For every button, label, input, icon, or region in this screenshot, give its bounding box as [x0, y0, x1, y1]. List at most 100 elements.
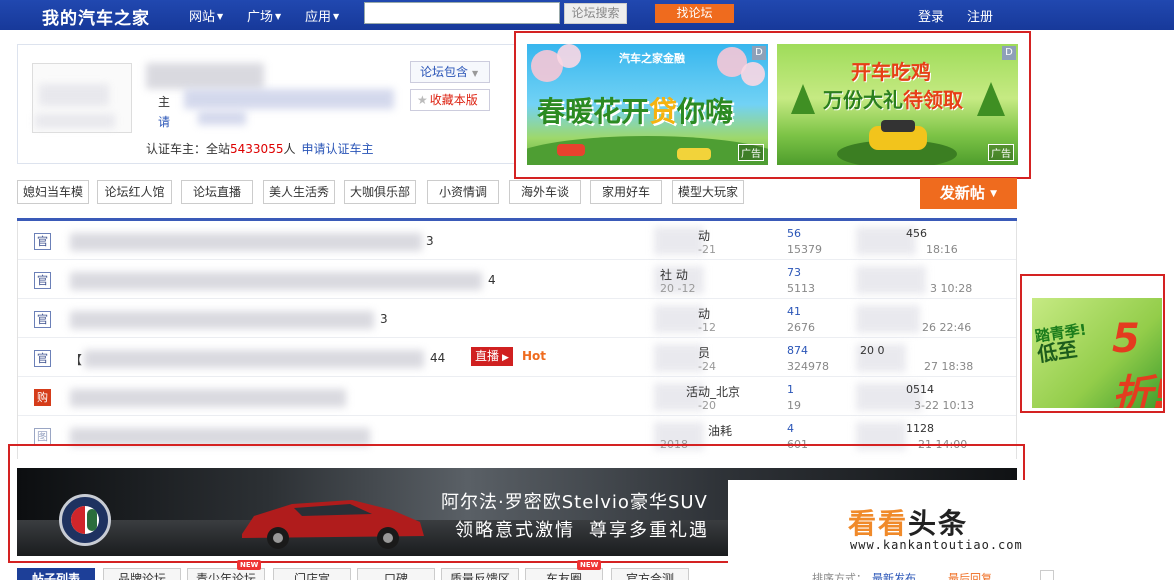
login-link[interactable]: 登录 [918, 6, 944, 25]
nav-website-label: 网站 [189, 10, 216, 25]
hot-badge: Hot [522, 349, 547, 363]
find-forum-button[interactable]: 找论坛 [655, 4, 734, 23]
spring-outing-ad[interactable]: 踏青季!低至 5折! [1032, 298, 1162, 408]
table-row[interactable]: 官 4 社 动 20 -12 73 5113 3 10:28 [18, 260, 1016, 299]
pubg-gift-ad[interactable]: 开车吃鸡 万份大礼待领取 D 广告 [777, 44, 1018, 165]
tab-thread-list[interactable]: 帖子列表 [17, 568, 95, 580]
tag-overseas-car[interactable]: 海外车谈 [509, 180, 581, 204]
game-ad-title-2: 万份大礼待领取 [823, 84, 963, 113]
thread-author[interactable]: 动 [698, 305, 710, 322]
spring-ad-title-a: 春暖花开 [537, 95, 650, 128]
tab-official-test[interactable]: 官方合测 [611, 568, 689, 580]
spring-ad-title-c: 你嗨 [677, 95, 734, 128]
game-ad-title-1: 开车吃鸡 [851, 60, 931, 84]
official-icon: 官 [34, 350, 51, 367]
top-navbar: 我的汽车之家 网站 ▼ 广场 ▼ 应用 ▼ 论坛搜索 找论坛 登录 注册 [0, 0, 1174, 30]
table-row[interactable]: 官 3 动 -12 41 2676 26 22:46 [18, 299, 1016, 338]
new-badge: NEW [237, 560, 262, 570]
live-badge[interactable]: 直播 ▶ [471, 347, 513, 366]
watermark-logo: 看看头条 [848, 502, 968, 542]
redacted-last-reply [856, 305, 920, 333]
tag-family-car[interactable]: 家用好车 [590, 180, 662, 204]
tag-forum-live[interactable]: 论坛直播 [181, 180, 253, 204]
view-count: 15379 [787, 243, 822, 256]
tag-petit-bourgeois[interactable]: 小资情调 [427, 180, 499, 204]
partial-label: 请 [158, 115, 171, 129]
tag-bigshot-club[interactable]: 大咖俱乐部 [344, 180, 416, 204]
cert-suffix: 人 [283, 142, 296, 156]
table-row[interactable]: 购 活动_北京 -20 1 19 0514 3-22 10:13 [18, 377, 1016, 416]
forum-includes-dropdown[interactable]: 论坛包含 ▼ [410, 61, 490, 83]
last-reply-user[interactable]: 1128 [906, 422, 934, 435]
tag-wife-car-model[interactable]: 媳妇当车模 [17, 180, 89, 204]
watermark-text-b: 头条 [908, 507, 969, 540]
table-row[interactable]: 官 3 动 -21 56 15379 456 18:16 [18, 221, 1016, 260]
last-reply-user[interactable]: 0514 [906, 383, 934, 396]
nav-website[interactable]: 网站 ▼ [189, 6, 223, 25]
tag-beauty-life[interactable]: 美人生活秀 [263, 180, 335, 204]
reply-count: 4 [787, 422, 794, 435]
redacted-area [184, 89, 394, 109]
thread-author[interactable]: 活动_北京 [686, 383, 740, 400]
chevron-down-icon: ▼ [990, 189, 998, 199]
last-reply-time: 18:16 [926, 243, 958, 256]
official-icon: 官 [34, 233, 51, 250]
ad-label: 广告 [988, 144, 1014, 161]
thread-title-fragment: 3 [426, 234, 434, 248]
tag-model-player[interactable]: 模型大玩家 [672, 180, 744, 204]
document-icon[interactable] [1040, 570, 1054, 580]
redacted-title [84, 350, 424, 368]
chevron-down-icon: ▼ [472, 69, 479, 78]
favorite-forum-button[interactable]: ★ 收藏本版 [410, 89, 490, 111]
table-row[interactable]: 官 【 44 直播 ▶ Hot 员 -24 874 324978 20 0 27 … [18, 338, 1016, 377]
thread-author[interactable]: 员 [698, 344, 710, 361]
reply-count: 874 [787, 344, 808, 357]
thread-date: -20 [698, 399, 716, 412]
thread-date: -24 [698, 360, 716, 373]
nav-square[interactable]: 广场 ▼ [247, 6, 281, 25]
sort-last-reply[interactable]: 最后回复 [948, 570, 992, 580]
forum-search-button[interactable]: 论坛搜索 [564, 3, 627, 24]
view-count: 19 [787, 399, 801, 412]
tab-store[interactable]: 门店宣 [273, 568, 351, 580]
banner-subline-b: 尊享多重礼遇 [589, 520, 709, 541]
apply-cert-link[interactable]: 申请认证车主 [301, 142, 373, 156]
last-reply-time: 3-22 10:13 [914, 399, 975, 412]
watermark-text-a: 看看 [848, 507, 909, 540]
spring-finance-ad[interactable]: 汽车之家金融 春暖花开贷你嗨 D 广告 [527, 44, 768, 165]
sort-latest-post[interactable]: 最新发布 [872, 570, 916, 580]
thread-author[interactable]: 社 动 [660, 266, 688, 283]
tab-quality-feedback[interactable]: 质量反馈区 [441, 568, 519, 580]
ad-label: 广告 [738, 144, 764, 161]
last-reply-user[interactable]: 20 0 [860, 344, 885, 357]
thread-list: 官 3 动 -21 56 15379 456 18:16 官 4 社 动 20 … [17, 221, 1017, 459]
redacted-author [654, 227, 704, 255]
tag-forum-stars[interactable]: 论坛红人馆 [97, 180, 172, 204]
banner-subline-a: 领略意式激情 [455, 520, 575, 541]
side-ad-title: 踏青季! 低至 [1034, 321, 1090, 367]
thread-title-fragment: 4 [488, 273, 496, 287]
tab-brand-forum[interactable]: 品牌论坛 [103, 568, 181, 580]
chevron-down-icon: ▼ [333, 12, 340, 21]
partial-label: 主 [158, 95, 171, 109]
thread-author[interactable]: 动 [698, 227, 710, 244]
site-logo[interactable]: 我的汽车之家 [42, 4, 150, 29]
reply-count: 1 [787, 383, 794, 396]
thread-title-prefix: 【 [70, 353, 83, 367]
forum-info-panel: 主 请 认证车主：全站5433055人 申请认证车主 论坛包含 ▼ ★ 收藏本版 [17, 44, 515, 164]
nav-apps[interactable]: 应用 ▼ [305, 6, 339, 25]
thread-author[interactable]: 油耗 [708, 422, 732, 439]
last-reply-user[interactable]: 456 [906, 227, 927, 240]
reply-count: 73 [787, 266, 801, 279]
new-post-button[interactable]: 发新帖 ▼ [920, 178, 1017, 209]
new-badge: NEW [577, 560, 602, 570]
register-link[interactable]: 注册 [967, 6, 993, 25]
search-input[interactable] [364, 2, 560, 24]
thread-date: -21 [698, 243, 716, 256]
play-icon: ▶ [502, 353, 509, 363]
reply-count: 56 [787, 227, 801, 240]
tab-reputation[interactable]: 口碑 [357, 568, 435, 580]
view-count: 324978 [787, 360, 829, 373]
new-post-label: 发新帖 [939, 184, 985, 202]
banner-headline: 阿尔法·罗密欧Stelvio豪华SUV [441, 492, 708, 513]
